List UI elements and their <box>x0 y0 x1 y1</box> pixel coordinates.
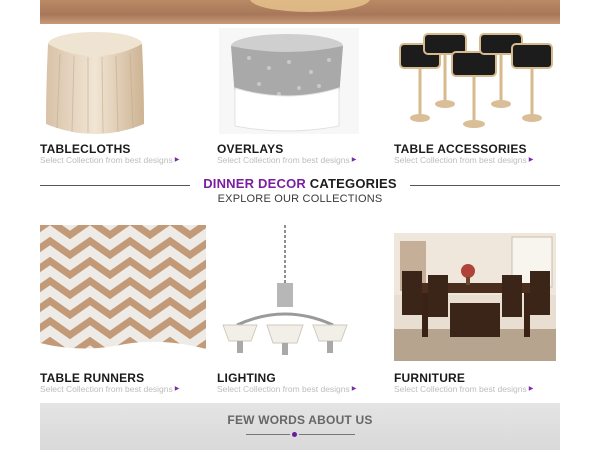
card-subtitle-text: Select Collection from best designs <box>217 155 350 165</box>
card-subtitle-text: Select Collection from best designs <box>394 384 527 394</box>
about-section: FEW WORDS ABOUT US <box>40 403 560 450</box>
card-title[interactable]: FURNITURE <box>394 371 465 385</box>
card-subtitle: Select Collection from best designs ▶ <box>394 155 533 165</box>
triangle-right-icon: ▶ <box>351 157 357 163</box>
triangle-right-icon: ▶ <box>528 386 534 392</box>
overlay-image[interactable] <box>219 28 359 134</box>
card-subtitle: Select Collection from best designs ▶ <box>40 155 179 165</box>
card-subtitle: Select Collection from best designs ▶ <box>40 384 179 394</box>
triangle-right-icon: ▶ <box>174 157 180 163</box>
about-divider-dot <box>292 432 297 437</box>
card-subtitle-text: Select Collection from best designs <box>40 155 173 165</box>
card-subtitle-text: Select Collection from best designs <box>394 155 527 165</box>
card-title[interactable]: OVERLAYS <box>217 142 284 156</box>
section-title: DINNER DECOR CATEGORIES <box>0 176 600 191</box>
card-subtitle: Select Collection from best designs ▶ <box>394 384 533 394</box>
triangle-right-icon: ▶ <box>174 386 180 392</box>
about-right-rule <box>299 434 355 435</box>
about-title: FEW WORDS ABOUT US <box>227 413 373 427</box>
section-subtitle: EXPLORE OUR COLLECTIONS <box>217 193 383 205</box>
card-subtitle: Select Collection from best designs ▶ <box>217 155 356 165</box>
triangle-right-icon: ▶ <box>351 386 357 392</box>
top-banner-image <box>40 0 560 24</box>
card-title[interactable]: LIGHTING <box>217 371 276 385</box>
table-runner-image[interactable] <box>40 225 206 363</box>
section-title-rest: CATEGORIES <box>305 176 397 191</box>
furniture-image[interactable] <box>394 233 556 361</box>
triangle-right-icon: ▶ <box>528 157 534 163</box>
tablecloth-image[interactable] <box>40 28 150 136</box>
card-title[interactable]: TABLE ACCESSORIES <box>394 142 527 156</box>
about-left-rule <box>246 434 290 435</box>
section-heading: DINNER DECOR CATEGORIES EXPLORE OUR COLL… <box>0 176 600 205</box>
table-accessories-image[interactable] <box>394 28 560 134</box>
section-title-accent: DINNER DECOR <box>203 176 306 191</box>
card-subtitle-text: Select Collection from best designs <box>40 384 173 394</box>
card-title[interactable]: TABLECLOTHS <box>40 142 131 156</box>
chandelier-image[interactable] <box>217 225 357 363</box>
card-title[interactable]: TABLE RUNNERS <box>40 371 144 385</box>
card-subtitle-text: Select Collection from best designs <box>217 384 350 394</box>
card-subtitle: Select Collection from best designs ▶ <box>217 384 356 394</box>
